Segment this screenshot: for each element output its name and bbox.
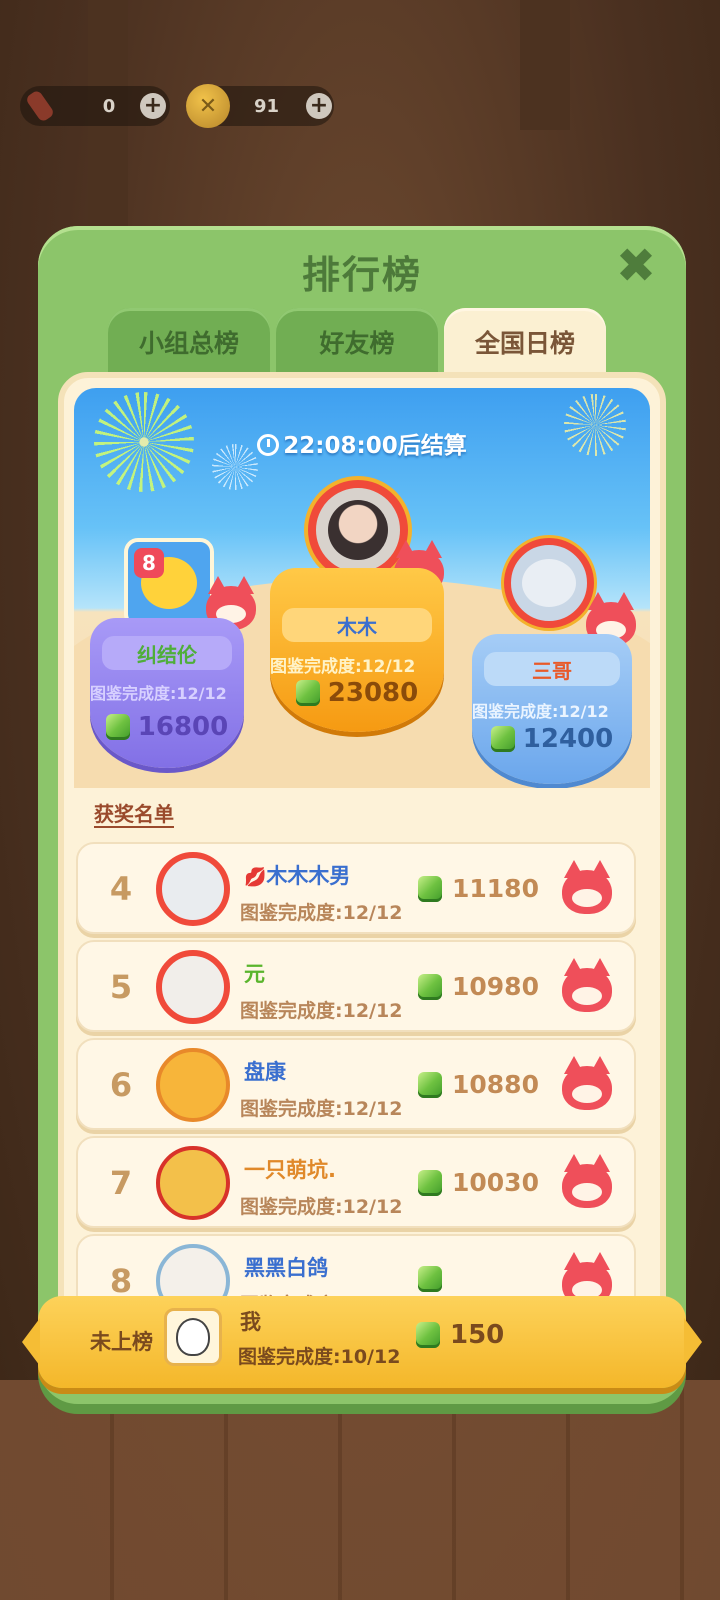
row-name-text: 木木木男 (266, 864, 351, 888)
clock-icon (257, 434, 280, 456)
first-place-name: 木木 (282, 608, 432, 642)
row-name: 元 (244, 962, 265, 986)
coin-counter: ✕ 91 + (186, 84, 334, 128)
my-name: 我 (240, 1310, 261, 1334)
row-score (418, 1266, 452, 1292)
gem-icon (295, 680, 320, 706)
second-place-score: 16800 (90, 712, 244, 742)
row-completion: 图鉴完成度:12/12 (240, 902, 403, 924)
my-avatar[interactable] (164, 1308, 222, 1366)
row-score: 10880 (418, 1070, 539, 1099)
gem-icon (418, 1071, 442, 1098)
row-rank: 4 (109, 870, 133, 908)
close-icon[interactable]: ✖ (612, 242, 660, 290)
row-rank: 6 (109, 1066, 133, 1104)
row-avatar (156, 852, 230, 926)
gem-icon (490, 726, 515, 752)
bird-face-icon (522, 559, 576, 607)
row-name: 💋木木木男 (244, 860, 350, 890)
background-floor (0, 1380, 720, 1600)
firework-counter: 0 + (20, 86, 170, 126)
first-place-completion: 图鉴完成度:12/12 (270, 657, 416, 677)
row-name: 盘康 (244, 1060, 286, 1084)
add-firework-button[interactable]: + (140, 93, 166, 119)
third-place-name: 三哥 (484, 652, 620, 686)
ranking-list[interactable]: 4 💋木木木男 图鉴完成度:12/12 11180 5 元 图鉴完成度:12/1… (76, 842, 636, 1332)
row-score: 10980 (418, 972, 539, 1001)
second-place-score-value: 16800 (137, 712, 229, 742)
row-name: 黑黑白鸽 (244, 1256, 328, 1280)
gem-icon (105, 714, 130, 740)
firework-icon (24, 89, 56, 123)
gem-icon (418, 973, 442, 1000)
fox-mascot-icon (562, 1056, 612, 1110)
kiss-icon: 💋 (244, 867, 267, 888)
my-score-value: 150 (450, 1320, 505, 1350)
ranking-row[interactable]: 7 一只萌坑. 图鉴完成度:12/12 10030 (76, 1136, 636, 1228)
tab-bar: 小组总榜 好友榜 全国日榜 (108, 308, 606, 376)
coin-count: 91 (254, 95, 280, 117)
duck-avatar-icon (176, 1318, 210, 1356)
firework-count: 0 (102, 95, 116, 117)
gem-icon (418, 1266, 442, 1292)
row-score-value: 11180 (452, 874, 539, 903)
third-place-score: 12400 (472, 724, 632, 754)
tab-group-total[interactable]: 小组总榜 (108, 308, 270, 376)
award-list-title: 获奖名单 (94, 802, 174, 826)
row-score: 10030 (418, 1168, 539, 1197)
first-place-score: 23080 (270, 678, 444, 708)
ranking-row[interactable]: 6 盘康 图鉴完成度:12/12 10880 (76, 1038, 636, 1130)
third-place-avatar[interactable] (504, 538, 594, 628)
my-rank-status: 未上榜 (90, 1330, 153, 1354)
fox-mascot-icon (562, 1154, 612, 1208)
row-score-value: 10030 (452, 1168, 539, 1197)
fox-mascot-icon (562, 860, 612, 914)
fox-mascot-icon (562, 958, 612, 1012)
modal-title: 排行榜 (301, 253, 422, 297)
row-name: 一只萌坑. (244, 1158, 336, 1182)
row-rank: 8 (109, 1262, 133, 1300)
row-score-value: 10980 (452, 972, 539, 1001)
second-place-name: 纠结伦 (102, 636, 232, 670)
first-place-score-value: 23080 (327, 678, 419, 708)
second-place-shield: 纠结伦 图鉴完成度:12/12 16800 (90, 618, 244, 768)
row-completion: 图鉴完成度:12/12 (240, 1098, 403, 1120)
ranking-row[interactable]: 4 💋木木木男 图鉴完成度:12/12 11180 (76, 842, 636, 934)
third-place-shield: 三哥 图鉴完成度:12/12 12400 (472, 634, 632, 784)
row-avatar (156, 1146, 230, 1220)
gem-icon (418, 875, 442, 902)
countdown-text: 22:08:00后结算 (283, 433, 467, 459)
row-completion: 图鉴完成度:12/12 (240, 1000, 403, 1022)
row-avatar (156, 1048, 230, 1122)
row-avatar (156, 950, 230, 1024)
row-completion: 图鉴完成度:12/12 (240, 1196, 403, 1218)
third-place-score-value: 12400 (522, 724, 614, 754)
background-pillar (520, 0, 570, 130)
row-score-value: 10880 (452, 1070, 539, 1099)
row-score: 11180 (418, 874, 539, 903)
first-place-shield: 木木 图鉴完成度:12/12 23080 (270, 568, 444, 732)
row-rank: 7 (109, 1164, 133, 1202)
level-badge: 8 (134, 548, 164, 578)
podium-area: 22:08:00后结算 8 纠结伦 图鉴完成度:12/12 16800 木木 图… (74, 388, 650, 788)
my-completion: 图鉴完成度:10/12 (238, 1346, 401, 1368)
user-photo-icon (328, 500, 388, 560)
row-rank: 5 (109, 968, 133, 1006)
second-place-avatar[interactable]: 8 (124, 538, 214, 628)
tab-friends[interactable]: 好友榜 (276, 308, 438, 376)
first-place-avatar[interactable] (308, 480, 408, 580)
leaderboard-content: 22:08:00后结算 8 纠结伦 图鉴完成度:12/12 16800 木木 图… (58, 372, 666, 1382)
my-rank-bar: 未上榜 我 图鉴完成度:10/12 150 (22, 1296, 702, 1388)
gem-icon (416, 1322, 440, 1348)
tab-national-daily[interactable]: 全国日榜 (444, 308, 606, 376)
second-place-completion: 图鉴完成度:12/12 (90, 684, 227, 703)
coin-icon: ✕ (186, 84, 230, 128)
gem-icon (418, 1169, 442, 1196)
ranking-row[interactable]: 5 元 图鉴完成度:12/12 10980 (76, 940, 636, 1032)
leaderboard-modal: 排行榜 ✖ 小组总榜 好友榜 全国日榜 22:08:00后结算 8 纠结伦 图鉴… (38, 226, 686, 1404)
my-score: 150 (416, 1320, 504, 1350)
countdown-timer: 22:08:00后结算 (74, 426, 650, 460)
third-place-completion: 图鉴完成度:12/12 (472, 702, 609, 721)
add-coin-button[interactable]: + (306, 93, 332, 119)
